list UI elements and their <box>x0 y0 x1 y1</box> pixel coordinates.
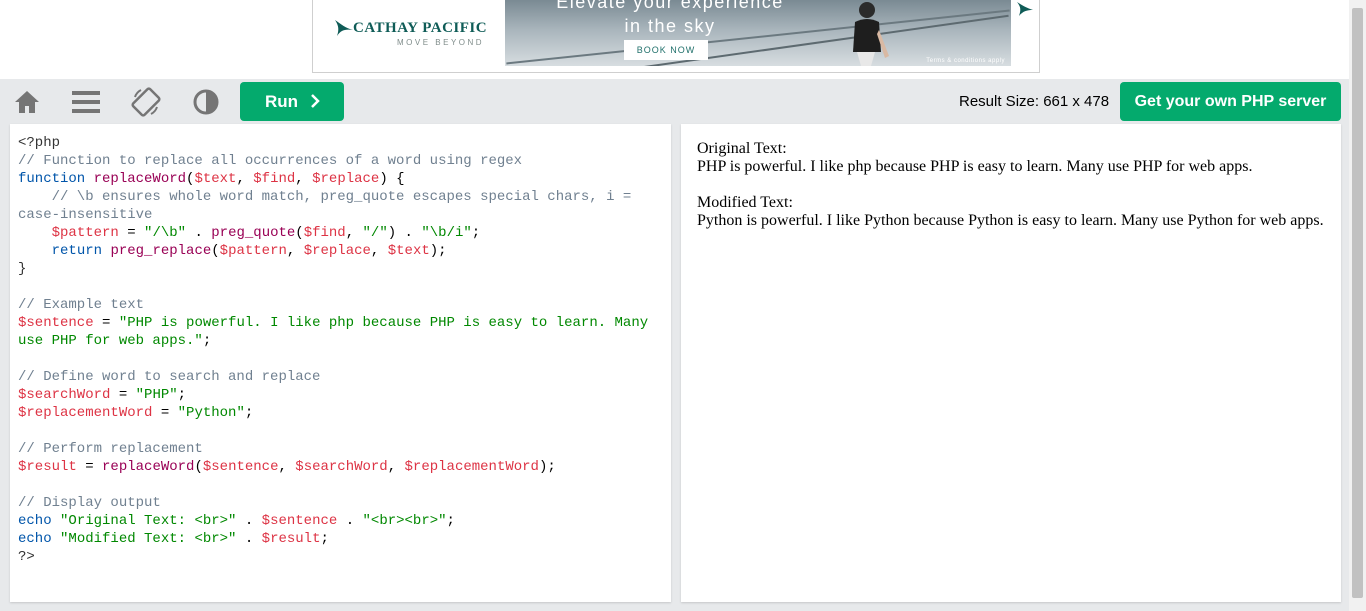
original-text: PHP is powerful. I like php because PHP … <box>697 158 1253 175</box>
ad-image[interactable]: Elevate your experience in the sky BOOK … <box>505 0 1011 66</box>
workspace: <?php // Function to replace all occurre… <box>0 124 1349 611</box>
code-line: case-insensitive <box>18 207 153 223</box>
code-line: return preg_replace($pattern, $replace, … <box>51 243 447 259</box>
contrast-icon[interactable] <box>191 87 221 117</box>
brushwing-logo-icon <box>335 20 353 36</box>
code-content[interactable]: <?php // Function to replace all occurre… <box>18 134 648 566</box>
code-line: use PHP for web apps."; <box>18 333 212 349</box>
code-line: } <box>18 261 27 277</box>
modified-text: Python is powerful. I like Python becaus… <box>697 212 1324 229</box>
run-button[interactable]: Run <box>240 82 344 121</box>
code-line: // Example text <box>18 297 145 313</box>
ad-brand-name: CATHAY PACIFIC <box>353 20 488 36</box>
code-line: // Perform replacement <box>18 441 203 457</box>
code-line: echo "Modified Text: <br>" . $result; <box>18 531 329 547</box>
scrollbar-thumb[interactable] <box>1352 8 1363 598</box>
menu-icon[interactable] <box>71 87 101 117</box>
rotate-icon[interactable] <box>131 87 161 117</box>
ad-book-now-button[interactable]: BOOK NOW <box>624 40 708 60</box>
ad-tagline: MOVE BEYOND <box>397 38 485 47</box>
code-line: $replacementWord = "Python"; <box>18 405 254 421</box>
result-size: Result Size: 661 x 478 <box>959 93 1110 110</box>
code-line: // Display output <box>18 495 161 511</box>
code-line: $pattern = "/\b" . preg_quote($find, "/"… <box>51 225 481 241</box>
code-line: <?php <box>18 135 61 151</box>
code-line: // Define word to search and replace <box>18 369 321 385</box>
modified-label: Modified Text: <box>697 194 793 211</box>
page-scrollbar[interactable] <box>1349 0 1366 611</box>
code-line: $result = replaceWord($sentence, $search… <box>18 459 556 475</box>
code-line: ?> <box>18 549 35 565</box>
run-button-label: Run <box>265 92 299 111</box>
home-icon[interactable] <box>12 87 42 117</box>
code-line: function replaceWord($text, $find, $repl… <box>18 171 405 187</box>
ad-headline-line1: Elevate your experience <box>556 0 784 12</box>
code-editor[interactable]: <?php // Function to replace all occurre… <box>10 124 671 602</box>
toolbar: Run Result Size: 661 x 478 Get your own … <box>0 79 1349 124</box>
ad-headline-line2: in the sky <box>624 16 716 36</box>
code-line: // \b ensures whole word match, preg_quo… <box>18 189 632 205</box>
code-line: $searchWord = "PHP"; <box>18 387 187 403</box>
get-php-server-button[interactable]: Get your own PHP server <box>1120 82 1341 121</box>
code-line: echo "Original Text: <br>" . $sentence .… <box>18 513 455 529</box>
chevron-right-icon <box>311 94 320 108</box>
result-output: Original Text: PHP is powerful. I like p… <box>697 140 1324 230</box>
ad-brand: CATHAY PACIFIC MOVE BEYOND <box>333 14 503 54</box>
ad-terms: Terms & conditions apply <box>926 58 1005 64</box>
code-line: $sentence = "PHP is powerful. I like php… <box>18 315 649 331</box>
result-panel: Original Text: PHP is powerful. I like p… <box>681 124 1341 602</box>
ad-person-image <box>853 2 889 66</box>
code-line: // Function to replace all occurrences o… <box>18 153 523 169</box>
original-label: Original Text: <box>697 140 787 157</box>
ad-banner[interactable]: CATHAY PACIFIC MOVE BEYOND Elevate your … <box>312 0 1040 73</box>
ad-info-icon[interactable] <box>1013 0 1035 18</box>
